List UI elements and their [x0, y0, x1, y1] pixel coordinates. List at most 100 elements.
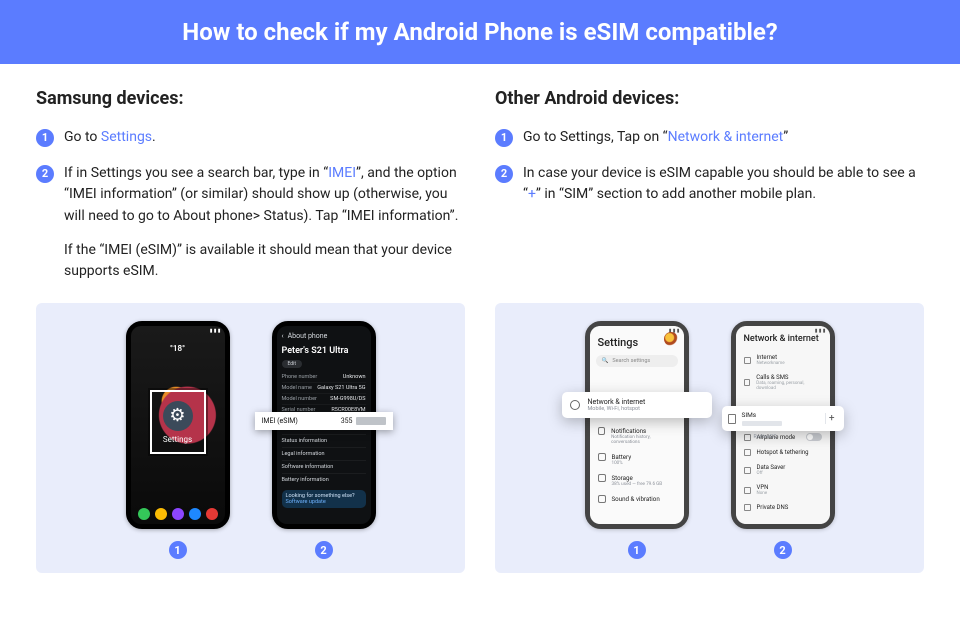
- list-item: InternetNetworkname: [742, 350, 824, 370]
- other-steps: 1 Go to Settings, Tap on “Network & inte…: [495, 127, 924, 206]
- samsung-phone-home: ▮ ▮ ▮ °18° ⚙ Settings: [126, 321, 230, 529]
- airplane-toggle: [806, 433, 822, 441]
- sims-sub-mask: [742, 421, 782, 426]
- about-item: Legal information: [282, 447, 366, 460]
- status-bar: ▮ ▮ ▮: [736, 328, 830, 338]
- about-header: ‹ About phone: [282, 330, 366, 344]
- text: ”: [783, 129, 788, 145]
- text: Go to Settings, Tap on “: [523, 129, 668, 145]
- list-item: Data SaverOff: [742, 460, 824, 480]
- samsung-steps: 1 Go to Settings. 2 If in Settings you s…: [36, 127, 465, 283]
- android-phone-settings: ▮ ▮ ▮ Settings 🔍 Search settings AppsAss…: [585, 321, 689, 529]
- text: Go to: [64, 129, 101, 145]
- text: ” in “SIM” section to add another mobile…: [536, 186, 816, 202]
- about-row: Phone numberUnknown: [282, 372, 366, 383]
- search-settings: 🔍 Search settings: [596, 355, 678, 367]
- notifications-icon: [598, 427, 606, 435]
- list-item: Sound & vibration: [596, 491, 678, 507]
- text: If in Settings you see a search bar, typ…: [64, 165, 328, 181]
- list-item: Calls & SMSData, roaming, personal, down…: [742, 370, 824, 395]
- sound-icon: [598, 495, 606, 503]
- caption-badge: 1: [628, 541, 646, 559]
- about-phone-title: About phone: [288, 332, 328, 340]
- samsung-step-1: 1 Go to Settings.: [36, 127, 465, 149]
- plus-link[interactable]: +: [528, 186, 536, 202]
- imei-mask: [356, 417, 386, 425]
- storage-icon: [598, 474, 606, 482]
- edit-button: Edit: [282, 360, 302, 368]
- network-internet-callout: Network & internet Mobile, Wi-Fi, hotspo…: [562, 392, 712, 418]
- illustration-row: ▮ ▮ ▮ °18° ⚙ Settings ‹ About phone Pet: [0, 303, 960, 593]
- caption-row: 1 2: [126, 541, 376, 559]
- samsung-illustration: ▮ ▮ ▮ °18° ⚙ Settings ‹ About phone Pet: [36, 303, 465, 573]
- settings-label: Settings: [163, 435, 192, 444]
- imei-link[interactable]: IMEI: [328, 165, 356, 181]
- dns-icon: [744, 504, 751, 511]
- back-icon: ‹: [282, 332, 284, 340]
- datasaver-icon: [744, 467, 751, 474]
- about-row: Model numberSM-G998U/DS: [282, 394, 366, 405]
- samsung-phone-about: ‹ About phone Peter's S21 Ultra Edit Pho…: [272, 321, 376, 529]
- settings-link[interactable]: Settings: [101, 129, 152, 145]
- step-badge: 2: [36, 165, 54, 183]
- about-item: Battery information: [282, 473, 366, 486]
- imei-value-prefix: 355: [341, 417, 353, 425]
- gear-icon: ⚙: [163, 401, 193, 431]
- sims-callout: SIMs +: [722, 406, 844, 431]
- imei-esim-label: IMEI (eSIM): [262, 417, 298, 425]
- about-item: Software information: [282, 460, 366, 473]
- network-internet-link[interactable]: Network & internet: [668, 129, 784, 145]
- add-sim-plus: +: [825, 413, 838, 424]
- internet-icon: [744, 357, 751, 364]
- other-step-2: 2 In case your device is eSIM capable yo…: [495, 163, 924, 206]
- callout-sub: Mobile, Wi-Fi, hotspot: [588, 406, 646, 412]
- other-illustration: ▮ ▮ ▮ Settings 🔍 Search settings AppsAss…: [495, 303, 924, 573]
- samsung-column: Samsung devices: 1 Go to Settings. 2 If …: [36, 88, 465, 297]
- caption-badge: 1: [169, 541, 187, 559]
- search-icon: 🔍: [602, 358, 609, 364]
- other-column: Other Android devices: 1 Go to Settings,…: [495, 88, 924, 297]
- settings-app-tile: ⚙ Settings: [150, 390, 206, 454]
- about-item: Status information: [282, 434, 366, 447]
- sim-icon: [728, 414, 736, 424]
- sims-title: SIMs: [742, 411, 782, 419]
- other-step-1: 1 Go to Settings, Tap on “Network & inte…: [495, 127, 924, 149]
- list-item: Hotspot & tethering: [742, 445, 824, 460]
- avatar-chip: [664, 332, 678, 346]
- search-placeholder: Search settings: [612, 358, 650, 364]
- text: If the “IMEI (eSIM)” is available it sho…: [64, 240, 465, 283]
- list-item: Private DNS: [742, 500, 824, 515]
- list-item: VPNNone: [742, 480, 824, 500]
- calls-icon: [744, 379, 751, 386]
- redteago-label: RedteaGO: [754, 434, 777, 440]
- list-item: Battery100%: [596, 449, 678, 470]
- text: .: [152, 129, 156, 145]
- battery-icon: [598, 453, 606, 461]
- weather-widget: °18°: [131, 344, 225, 353]
- about-footer: Looking for something else? Software upd…: [282, 490, 366, 508]
- about-row: Model nameGalaxy S21 Ultra 5G: [282, 383, 366, 394]
- hotspot-icon: [744, 449, 751, 456]
- caption-badge: 2: [315, 541, 333, 559]
- list-item: NotificationsNotification history, conve…: [596, 423, 678, 449]
- device-name: Peter's S21 Ultra: [282, 344, 366, 358]
- step-badge: 2: [495, 165, 513, 183]
- status-bar: ▮ ▮ ▮: [131, 328, 225, 338]
- android-phone-network: ▮ ▮ ▮ Network & internet InternetNetwork…: [731, 321, 835, 529]
- step-badge: 1: [36, 129, 54, 147]
- caption-badge: 2: [774, 541, 792, 559]
- wifi-icon: [570, 400, 580, 410]
- callout-title: Network & internet: [588, 398, 646, 406]
- page-title: How to check if my Android Phone is eSIM…: [0, 0, 960, 64]
- airplane-icon: [744, 434, 751, 441]
- other-heading: Other Android devices:: [495, 88, 924, 109]
- samsung-step-2: 2 If in Settings you see a search bar, t…: [36, 163, 465, 283]
- app-dock: [131, 508, 225, 520]
- samsung-heading: Samsung devices:: [36, 88, 465, 109]
- columns: Samsung devices: 1 Go to Settings. 2 If …: [0, 64, 960, 297]
- imei-esim-callout: IMEI (eSIM) 355: [255, 412, 393, 430]
- caption-row: 1 2: [585, 541, 835, 559]
- step-badge: 1: [495, 129, 513, 147]
- list-item: Storage38% used — free 79.6 GB: [596, 470, 678, 491]
- vpn-icon: [744, 487, 751, 494]
